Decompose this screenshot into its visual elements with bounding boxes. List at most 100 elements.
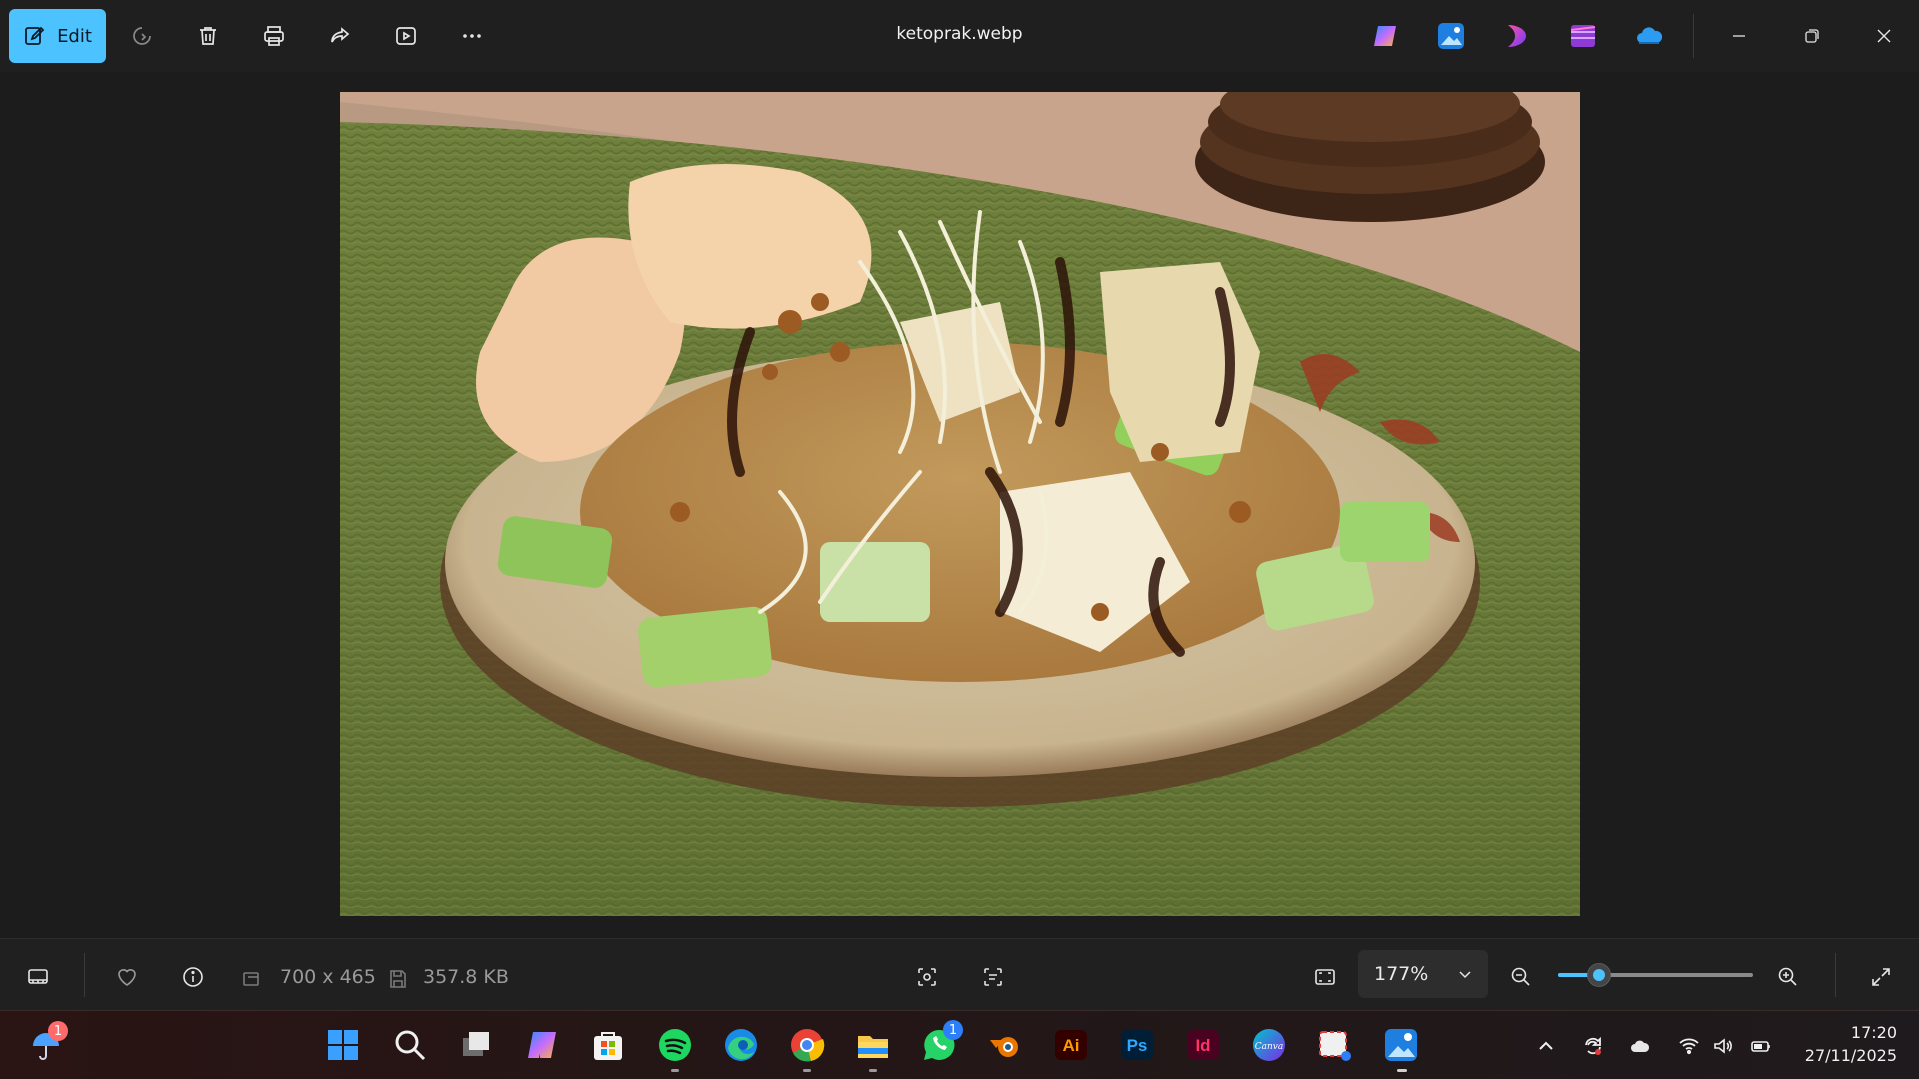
chevron-down-icon xyxy=(1459,971,1471,979)
copilot-icon xyxy=(1374,26,1396,46)
chevron-up-icon xyxy=(1539,1041,1553,1050)
wifi-button[interactable] xyxy=(1676,1033,1702,1059)
file-size: 357.8 KB xyxy=(423,966,509,988)
bottom-separator-right xyxy=(1835,953,1836,997)
spotify-running-indicator xyxy=(671,1069,679,1072)
fit-to-window-icon xyxy=(1315,969,1335,985)
indesign-button[interactable]: Id xyxy=(1183,1025,1223,1065)
canva-button[interactable]: Canva xyxy=(1249,1025,1289,1065)
delete-button[interactable] xyxy=(190,18,226,54)
volume-button[interactable] xyxy=(1710,1033,1736,1059)
battery-icon xyxy=(1751,1041,1770,1052)
zoom-level-dropdown[interactable]: 177% xyxy=(1358,950,1488,998)
copilot-button[interactable] xyxy=(1370,21,1400,51)
spotify-button[interactable] xyxy=(655,1025,695,1065)
clipchamp-button[interactable] xyxy=(1502,21,1532,51)
photos-app-button[interactable] xyxy=(1436,21,1466,51)
title-bar: Edit ketoprak.webp xyxy=(0,0,1919,72)
canva-icon: Canva xyxy=(1253,1029,1285,1061)
windows-taskbar: 1 1 Ai Ps Id Canva 17:20 27/11/2025 xyxy=(0,1010,1919,1079)
microsoft-store-button[interactable] xyxy=(588,1025,628,1065)
onedrive-tray-button[interactable] xyxy=(1627,1033,1653,1059)
share-button[interactable] xyxy=(322,18,358,54)
snipping-tool-icon xyxy=(1319,1031,1351,1061)
chrome-icon xyxy=(791,1029,825,1062)
file-info-button[interactable] xyxy=(177,961,209,993)
edit-icon xyxy=(25,26,45,45)
photos-taskbar-button[interactable] xyxy=(1381,1025,1421,1065)
blender-button[interactable] xyxy=(985,1025,1025,1065)
photoshop-button[interactable]: Ps xyxy=(1117,1025,1157,1065)
save-icon xyxy=(390,970,406,988)
file-explorer-button[interactable] xyxy=(853,1025,893,1065)
rotate-icon xyxy=(133,27,151,45)
blender-icon xyxy=(990,1037,1018,1057)
close-icon xyxy=(1877,29,1891,43)
favorite-button[interactable] xyxy=(111,961,143,993)
info-icon xyxy=(183,967,203,987)
illustrator-button[interactable]: Ai xyxy=(1051,1025,1091,1065)
more-options-button[interactable] xyxy=(454,18,490,54)
print-button[interactable] xyxy=(256,18,292,54)
chrome-button[interactable] xyxy=(787,1025,827,1065)
food-photo xyxy=(340,92,1580,916)
restore-button[interactable] xyxy=(1790,14,1834,58)
bottom-bar: 700 x 465 357.8 KB 177% xyxy=(0,938,1919,1010)
zoom-level-label: 177% xyxy=(1374,963,1429,985)
restore-icon xyxy=(1805,29,1819,43)
copilot-taskbar-button[interactable] xyxy=(522,1025,562,1065)
visual-search-icon xyxy=(918,968,936,986)
image-viewer-canvas[interactable] xyxy=(0,72,1919,938)
battery-button[interactable] xyxy=(1748,1033,1774,1059)
system-clock[interactable]: 17:20 27/11/2025 xyxy=(1805,1021,1897,1067)
visual-search-button[interactable] xyxy=(911,961,943,993)
text-scan-button[interactable] xyxy=(977,961,1009,993)
svg-text:Ai: Ai xyxy=(1063,1036,1080,1055)
filmstrip-icon xyxy=(28,969,48,984)
delete-icon xyxy=(200,27,216,45)
filmstrip-button[interactable] xyxy=(22,961,54,993)
spotify-icon xyxy=(659,1029,691,1061)
sync-status-button[interactable] xyxy=(1580,1033,1606,1059)
zoom-in-button[interactable] xyxy=(1772,961,1804,993)
cloud-icon xyxy=(1631,1040,1650,1052)
task-view-button[interactable] xyxy=(456,1025,496,1065)
dimensions-icon-wrap xyxy=(238,963,266,995)
store-icon xyxy=(594,1032,622,1060)
onedrive-button[interactable] xyxy=(1634,21,1664,51)
slideshow-button[interactable] xyxy=(388,18,424,54)
search-icon xyxy=(395,1030,426,1061)
onedrive-icon xyxy=(1637,27,1663,44)
rotate-button[interactable] xyxy=(124,18,160,54)
edge-button[interactable] xyxy=(721,1025,761,1065)
zoom-slider[interactable] xyxy=(1558,963,1753,987)
svg-text:Canva: Canva xyxy=(1255,1042,1284,1052)
fullscreen-button[interactable] xyxy=(1865,961,1897,993)
zoom-out-button[interactable] xyxy=(1505,961,1537,993)
close-button[interactable] xyxy=(1862,14,1906,58)
show-hidden-icons-button[interactable] xyxy=(1533,1033,1559,1059)
minimize-button[interactable] xyxy=(1717,14,1761,58)
dimensions-icon xyxy=(243,972,259,986)
clock-time: 17:20 xyxy=(1850,1023,1897,1042)
svg-text:Ps: Ps xyxy=(1127,1036,1148,1055)
search-button[interactable] xyxy=(390,1025,430,1065)
weather-badge: 1 xyxy=(48,1021,68,1041)
copilot-taskbar-icon xyxy=(528,1032,556,1058)
fit-to-window-button[interactable] xyxy=(1309,961,1341,993)
sync-icon xyxy=(1585,1036,1601,1055)
whatsapp-badge: 1 xyxy=(943,1020,963,1040)
snipping-tool-button[interactable] xyxy=(1315,1025,1355,1065)
photos-app-icon xyxy=(1438,23,1464,49)
chrome-running-indicator xyxy=(803,1069,811,1072)
zoom-slider-thumb[interactable] xyxy=(1586,963,1611,987)
ketoprak-photo-illustration xyxy=(340,92,1580,916)
photos-taskbar-icon xyxy=(1385,1029,1417,1061)
edit-button[interactable]: Edit xyxy=(9,9,106,63)
print-icon xyxy=(264,26,284,46)
designer-button[interactable] xyxy=(1568,21,1598,51)
speaker-icon xyxy=(1714,1038,1732,1054)
photos-app-window: Edit ketoprak.webp 700 x 465 357.8 KB 17… xyxy=(0,0,1919,1010)
windows-logo-icon xyxy=(328,1030,358,1060)
start-button[interactable] xyxy=(323,1025,363,1065)
